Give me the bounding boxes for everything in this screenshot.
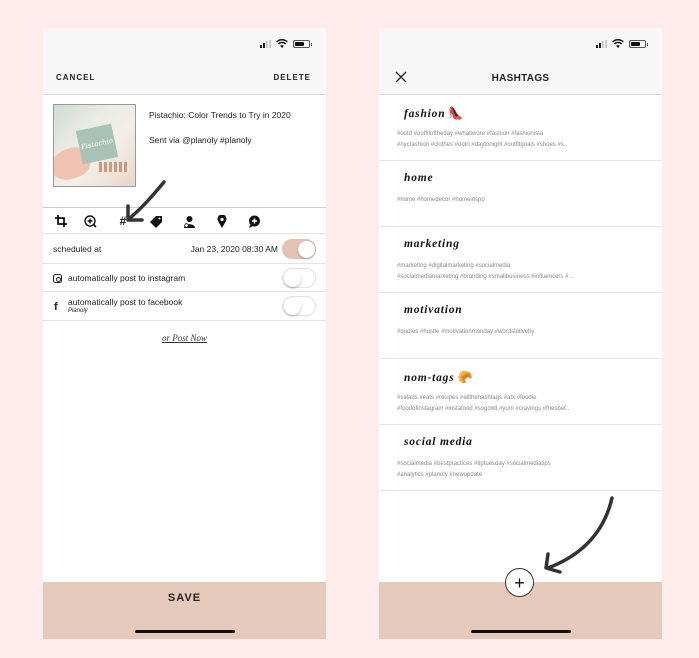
high-heel-emoji-icon: 👠 xyxy=(448,106,465,120)
delete-button[interactable]: DELETE xyxy=(273,73,311,82)
hashtag-group[interactable]: motivation #quotes #hustle #motivationmo… xyxy=(379,293,662,359)
hashtag-icon[interactable]: # xyxy=(116,214,130,228)
signal-icon xyxy=(596,39,607,48)
location-pin-icon[interactable] xyxy=(215,214,229,228)
hashtag-group-name: social media xyxy=(404,436,473,448)
facebook-autopost-toggle[interactable] xyxy=(282,296,316,316)
schedule-datetime[interactable]: Jan 23, 2020 08:30 AM xyxy=(191,244,278,254)
hashtag-group-name: marketing xyxy=(404,238,460,250)
cancel-button[interactable]: CANCEL xyxy=(56,73,95,82)
instagram-icon xyxy=(53,274,62,283)
user-tag-icon[interactable] xyxy=(182,214,196,228)
hashtag-group-tags: #salads #eats #recipes #allthehashtags #… xyxy=(397,395,537,401)
save-label: SAVE xyxy=(167,592,202,604)
nav-bar: HASHTAGS xyxy=(379,60,662,95)
status-bar xyxy=(379,28,662,60)
toggle-knob xyxy=(298,241,315,258)
hashtag-group-name: motivation xyxy=(404,304,463,316)
facebook-autopost-row: f automatically post to facebook Planoly xyxy=(43,292,326,321)
croissant-emoji-icon: 🥐 xyxy=(457,370,474,384)
battery-icon xyxy=(629,39,648,48)
signal-icon xyxy=(260,39,271,48)
hashtag-group[interactable]: home #home #homedecor #homeinspo xyxy=(379,161,662,227)
instagram-autopost-toggle[interactable] xyxy=(282,268,316,288)
toggle-knob xyxy=(284,270,301,287)
post-thumbnail[interactable]: Pistachio xyxy=(53,104,136,187)
facebook-icon: f xyxy=(54,301,58,313)
hashtag-group-tags: #marketing #digitalmarketing #socialmedi… xyxy=(397,263,511,269)
status-bar xyxy=(43,28,326,60)
tag-icon[interactable] xyxy=(149,214,163,228)
hashtag-group-tags: #home #homedecor #homeinspo xyxy=(397,197,485,203)
instagram-autopost-row: automatically post to instagram xyxy=(43,264,326,292)
wifi-icon xyxy=(612,39,624,48)
hashtag-group[interactable]: social media #socialmedia #bestpractices… xyxy=(379,425,662,491)
save-button[interactable]: SAVE xyxy=(43,582,326,639)
thumbnail-clips-shape xyxy=(99,162,129,172)
add-circle-icon[interactable] xyxy=(83,214,97,228)
post-caption[interactable]: Sent via @planoly #planoly xyxy=(149,135,252,145)
hashtags-screen: HASHTAGS fashion 👠 #ootd #outfitoftheday … xyxy=(379,28,662,639)
schedule-toggle[interactable] xyxy=(282,239,316,259)
post-preview: Pistachio Pistachio: Color Trends to Try… xyxy=(43,96,326,207)
hashtag-group[interactable]: nom-tags 🥐 #salads #eats #recipes #allthe… xyxy=(379,359,662,425)
hashtag-group-name: fashion xyxy=(404,108,446,120)
schedule-label: scheduled at xyxy=(53,244,102,254)
add-hashtag-group-button[interactable]: + xyxy=(505,568,534,597)
add-comment-icon[interactable] xyxy=(247,214,261,228)
hashtag-group-tags: #foodofinstagram #instafood #sogood #yum… xyxy=(397,406,570,412)
crop-icon[interactable] xyxy=(54,214,68,228)
hashtag-group-tags: #socialmedia #bestpractices #tiptuesday … xyxy=(397,461,551,467)
toggle-knob xyxy=(284,298,301,315)
post-editor-screen: CANCEL DELETE Pistachio Pistachio: Color… xyxy=(43,28,326,639)
hashtag-group-tags: #analytics #planoly #newupdate xyxy=(397,472,483,478)
hashtag-group[interactable]: fashion 👠 #ootd #outfitoftheday #whatiwor… xyxy=(379,95,662,161)
facebook-autopost-label: automatically post to facebook xyxy=(68,297,183,307)
thumbnail-card: Pistachio xyxy=(75,123,119,165)
hashtag-group-tags: #nycfashion #clothes #ootn #daytonight #… xyxy=(397,142,568,148)
home-indicator xyxy=(470,630,571,633)
hashtag-group-list: fashion 👠 #ootd #outfitoftheday #whatiwor… xyxy=(379,95,662,491)
hashtag-group-tags: #socialmediamarketing #branding #smallbu… xyxy=(397,274,574,280)
post-toolbar: # xyxy=(43,207,326,234)
post-title[interactable]: Pistachio: Color Trends to Try in 2020 xyxy=(149,110,291,120)
nav-bar: CANCEL DELETE xyxy=(43,60,326,95)
hashtag-group-name: home xyxy=(404,172,434,184)
hashtag-group-name: nom-tags xyxy=(404,372,455,384)
schedule-row: scheduled at Jan 23, 2020 08:30 AM xyxy=(43,235,326,264)
hashtag-group[interactable]: marketing #marketing #digitalmarketing #… xyxy=(379,227,662,293)
wifi-icon xyxy=(276,39,288,48)
facebook-page-name: Planoly xyxy=(68,308,88,314)
hashtag-group-tags: #ootd #outfitoftheday #whatiwore #fashio… xyxy=(397,131,544,137)
screen-title: HASHTAGS xyxy=(491,73,550,84)
home-indicator xyxy=(134,630,235,633)
battery-icon xyxy=(293,39,312,48)
hashtag-group-tags: #quotes #hustle #motivationmonday #words… xyxy=(397,329,535,335)
instagram-autopost-label: automatically post to instagram xyxy=(68,273,186,283)
post-now-link[interactable]: or Post Now xyxy=(43,333,326,343)
